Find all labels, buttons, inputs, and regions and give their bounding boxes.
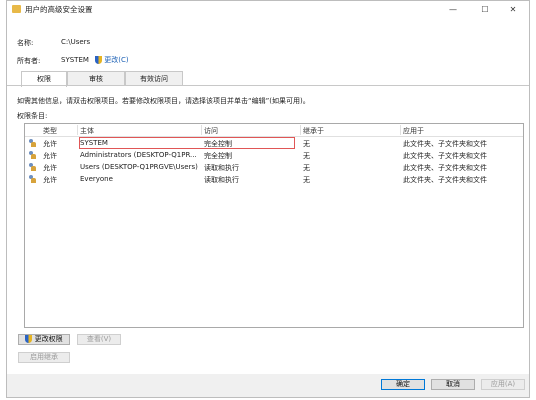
row-access: 读取和执行 [204,164,239,172]
info-text: 如需其他信息，请双击权限项目。若要修改权限项目，请选择该项目并单击“编辑”(如果… [17,97,310,105]
row-inherited-from: 无 [303,176,310,184]
maximize-button[interactable]: ☐ [473,3,497,17]
row-inherited-from: 无 [303,164,310,172]
row-applies-to: 此文件夹、子文件夹和文件 [403,140,487,148]
column-principal[interactable]: 主体 [80,126,94,136]
user-group-icon [28,151,37,159]
table-row[interactable]: 允许 Users (DESKTOP-Q1PRGVE\Users) 读取和执行 无… [25,161,523,173]
row-principal: Administrators (DESKTOP-Q1PR... [80,151,197,159]
column-divider [300,125,301,135]
close-button[interactable]: ✕ [501,3,525,17]
change-permissions-button[interactable]: 更改权限 [18,334,70,345]
column-divider [77,125,78,135]
tab-effective-access[interactable]: 有效访问 [125,71,183,86]
tab-auditing[interactable]: 审核 [67,71,125,86]
window-title: 用户的高级安全设置 [25,5,93,14]
name-label: 名称: [17,39,34,47]
dialog-footer: 确定 取消 应用(A) [7,374,529,397]
column-divider [201,125,202,135]
title-bar[interactable]: 用户的高级安全设置 — ☐ ✕ [7,1,529,19]
owner-label: 所有者: [17,57,41,65]
column-divider [400,125,401,135]
row-type: 允许 [43,164,57,172]
column-type[interactable]: 类型 [43,126,57,136]
change-owner-label: 更改(C) [104,56,129,64]
owner-value: SYSTEM [61,56,89,64]
row-inherited-from: 无 [303,140,310,148]
user-group-icon [28,139,37,147]
view-button[interactable]: 查看(V) [77,334,121,345]
enable-inheritance-button[interactable]: 启用继承 [18,352,70,363]
ok-button[interactable]: 确定 [381,379,425,390]
cancel-button[interactable]: 取消 [431,379,475,390]
row-access: 读取和执行 [204,176,239,184]
table-row[interactable]: 允许 Everyone 读取和执行 无 此文件夹、子文件夹和文件 [25,173,523,185]
row-applies-to: 此文件夹、子文件夹和文件 [403,164,487,172]
table-row[interactable]: 允许 Administrators (DESKTOP-Q1PR... 完全控制 … [25,149,523,161]
change-permissions-label: 更改权限 [34,335,63,343]
entries-label: 权限条目: [17,112,48,120]
apply-button[interactable]: 应用(A) [481,379,525,390]
table-header: 类型 主体 访问 继承于 应用于 [25,124,523,137]
tab-divider [7,85,529,86]
minimize-button[interactable]: — [441,3,465,17]
permission-entries-table: 类型 主体 访问 继承于 应用于 允许 SYSTEM 完全控制 无 此文件夹、子… [24,123,524,328]
row-type: 允许 [43,176,57,184]
advanced-security-window: 用户的高级安全设置 — ☐ ✕ 名称: C:\Users 所有者: SYSTEM… [6,0,530,398]
name-value: C:\Users [61,38,91,46]
row-type: 允许 [43,140,57,148]
column-access[interactable]: 访问 [204,126,218,136]
row-principal: Users (DESKTOP-Q1PRGVE\Users) [80,163,198,171]
user-group-icon [28,175,37,183]
row-inherited-from: 无 [303,152,310,160]
row-applies-to: 此文件夹、子文件夹和文件 [403,176,487,184]
row-access: 完全控制 [204,152,232,160]
row-principal: Everyone [80,175,113,183]
column-inherited-from[interactable]: 继承于 [303,126,324,136]
uac-shield-icon [25,335,33,343]
uac-shield-icon [95,56,102,64]
change-owner-link[interactable]: 更改(C) [95,55,129,65]
folder-icon [12,5,21,13]
column-applies-to[interactable]: 应用于 [403,126,424,136]
user-group-icon [28,163,37,171]
row-type: 允许 [43,152,57,160]
selected-row-highlight [79,137,295,149]
row-applies-to: 此文件夹、子文件夹和文件 [403,152,487,160]
